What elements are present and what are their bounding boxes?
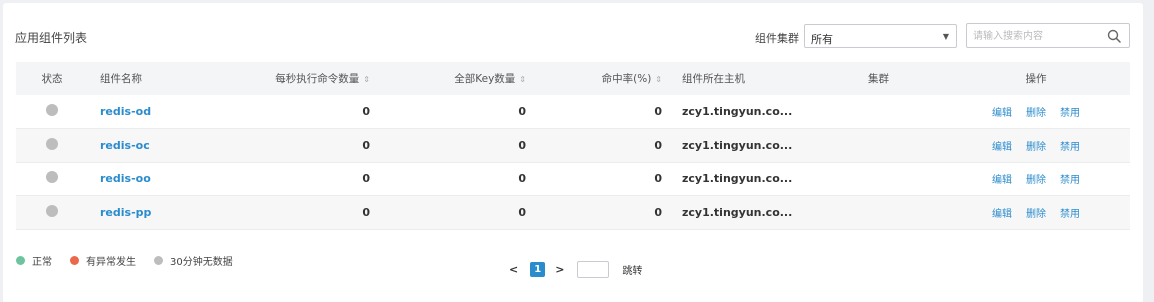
name-cell: redis-od bbox=[88, 95, 190, 129]
status-dot-icon bbox=[46, 104, 58, 116]
hit-rate-cell: 0 bbox=[534, 162, 670, 196]
col-header-host: 组件所在主机 bbox=[670, 62, 868, 95]
col-header-keys[interactable]: 全部Key数量 ⇕ bbox=[378, 62, 534, 95]
cluster-filter-label: 组件集群 bbox=[755, 32, 799, 45]
status-dot-icon bbox=[46, 171, 58, 184]
component-name-link[interactable]: redis-od bbox=[88, 105, 151, 118]
delete-button[interactable]: 删除 bbox=[1026, 108, 1046, 119]
status-legend: 正常 有异常发生 30分钟无数据 bbox=[16, 253, 233, 268]
table-header-row: 状态 组件名称 每秒执行命令数量 ⇕ 全部Key数量 ⇕ 命中率(%) ⇕ 组件所在主… bbox=[16, 62, 1130, 95]
legend-label: 正常 bbox=[32, 257, 52, 268]
status-cell bbox=[16, 195, 88, 230]
component-name-link[interactable]: redis-oo bbox=[88, 172, 151, 185]
status-dot-icon bbox=[46, 137, 58, 150]
delete-button[interactable]: 删除 bbox=[1026, 142, 1046, 153]
legend-dot-icon bbox=[16, 256, 25, 265]
keys-cell: 0 bbox=[378, 95, 534, 129]
caret-down-icon: ▼ bbox=[942, 32, 949, 41]
cluster-cell bbox=[868, 128, 942, 163]
edit-button[interactable]: 编辑 bbox=[992, 209, 1012, 220]
legend-label: 30分钟无数据 bbox=[170, 257, 233, 268]
component-name-link[interactable]: redis-pp bbox=[88, 206, 151, 219]
status-cell bbox=[16, 162, 88, 196]
next-page-button[interactable]: > bbox=[555, 263, 564, 276]
disable-button[interactable]: 禁用 bbox=[1060, 108, 1080, 119]
cluster-cell bbox=[868, 95, 942, 129]
col-header-ops[interactable]: 每秒执行命令数量 ⇕ bbox=[190, 62, 378, 95]
actions-cell: 编辑 删除 禁用 bbox=[942, 128, 1130, 163]
table-row: redis-oo 0 0 0 zcy1.tingyun.co... 编辑 删除 禁用 bbox=[16, 162, 1130, 196]
name-cell: redis-oc bbox=[88, 128, 190, 163]
col-header-cluster: 集群 bbox=[868, 62, 942, 95]
legend-label: 有异常发生 bbox=[86, 257, 136, 268]
hit-rate-cell: 0 bbox=[534, 195, 670, 230]
jump-button[interactable]: 跳转 bbox=[622, 262, 642, 277]
host-cell: zcy1.tingyun.co... bbox=[670, 195, 868, 230]
legend-item: 有异常发生 bbox=[70, 253, 136, 268]
actions-cell: 编辑 删除 禁用 bbox=[942, 95, 1130, 129]
disable-button[interactable]: 禁用 bbox=[1060, 175, 1080, 186]
keys-cell: 0 bbox=[378, 162, 534, 196]
host-cell: zcy1.tingyun.co... bbox=[670, 162, 868, 196]
legend-dot-icon bbox=[70, 256, 79, 265]
col-header-hit-rate[interactable]: 命中率(%) ⇕ bbox=[534, 62, 670, 95]
cluster-select-value: 所有 bbox=[811, 33, 833, 46]
ops-cell: 0 bbox=[190, 195, 378, 230]
col-header-actions: 操作 bbox=[942, 62, 1130, 95]
delete-button[interactable]: 删除 bbox=[1026, 175, 1046, 186]
table-row: redis-od 0 0 0 zcy1.tingyun.co... 编辑 删除 禁用 bbox=[16, 95, 1130, 129]
keys-cell: 0 bbox=[378, 195, 534, 230]
component-table: 状态 组件名称 每秒执行命令数量 ⇕ 全部Key数量 ⇕ 命中率(%) ⇕ 组件所在主… bbox=[16, 62, 1130, 230]
search-input[interactable] bbox=[973, 27, 1098, 45]
sort-icon[interactable]: ⇕ bbox=[655, 75, 662, 84]
cluster-cell bbox=[868, 195, 942, 230]
prev-page-button[interactable]: < bbox=[509, 263, 518, 276]
edit-button[interactable]: 编辑 bbox=[992, 175, 1012, 186]
ops-cell: 0 bbox=[190, 162, 378, 196]
status-cell bbox=[16, 95, 88, 129]
component-list-panel: 应用组件列表 组件集群 所有 ▼ 状态 组件名称 每秒执行命令数量⇕ 全部Key… bbox=[3, 3, 1143, 302]
actions-cell: 编辑 删除 禁用 bbox=[942, 162, 1130, 196]
table-row: redis-pp 0 0 0 zcy1.tingyun.co... 编辑 删除 禁用 bbox=[16, 195, 1130, 230]
legend-item: 30分钟无数据 bbox=[154, 253, 233, 268]
search-box bbox=[966, 23, 1130, 48]
status-dot-icon bbox=[46, 204, 58, 217]
disable-button[interactable]: 禁用 bbox=[1060, 209, 1080, 220]
host-cell: zcy1.tingyun.co... bbox=[670, 95, 868, 129]
component-name-link[interactable]: redis-oc bbox=[88, 139, 150, 152]
host-cell: zcy1.tingyun.co... bbox=[670, 128, 868, 163]
legend-item: 正常 bbox=[16, 253, 52, 268]
cluster-select[interactable]: 所有 ▼ bbox=[804, 24, 957, 48]
page-title: 应用组件列表 bbox=[15, 31, 88, 45]
current-page-button[interactable]: 1 bbox=[530, 262, 546, 277]
edit-button[interactable]: 编辑 bbox=[992, 142, 1012, 153]
hit-rate-cell: 0 bbox=[534, 128, 670, 163]
col-header-status: 状态 bbox=[16, 62, 88, 95]
pagination: < 1 > 跳转 bbox=[509, 261, 642, 278]
actions-cell: 编辑 删除 禁用 bbox=[942, 195, 1130, 230]
name-cell: redis-pp bbox=[88, 195, 190, 230]
sort-icon[interactable]: ⇕ bbox=[363, 75, 370, 84]
name-cell: redis-oo bbox=[88, 162, 190, 196]
keys-cell: 0 bbox=[378, 128, 534, 163]
status-cell bbox=[16, 128, 88, 163]
legend-dot-icon bbox=[154, 256, 163, 265]
search-icon[interactable] bbox=[1107, 29, 1121, 43]
ops-cell: 0 bbox=[190, 128, 378, 163]
cluster-cell bbox=[868, 162, 942, 196]
disable-button[interactable]: 禁用 bbox=[1060, 142, 1080, 153]
col-header-name: 组件名称 bbox=[88, 62, 190, 95]
page-jump-input[interactable] bbox=[577, 261, 610, 278]
edit-button[interactable]: 编辑 bbox=[992, 108, 1012, 119]
ops-cell: 0 bbox=[190, 95, 378, 129]
delete-button[interactable]: 删除 bbox=[1026, 209, 1046, 220]
sort-icon[interactable]: ⇕ bbox=[519, 75, 526, 84]
hit-rate-cell: 0 bbox=[534, 95, 670, 129]
table-row: redis-oc 0 0 0 zcy1.tingyun.co... 编辑 删除 禁用 bbox=[16, 128, 1130, 163]
